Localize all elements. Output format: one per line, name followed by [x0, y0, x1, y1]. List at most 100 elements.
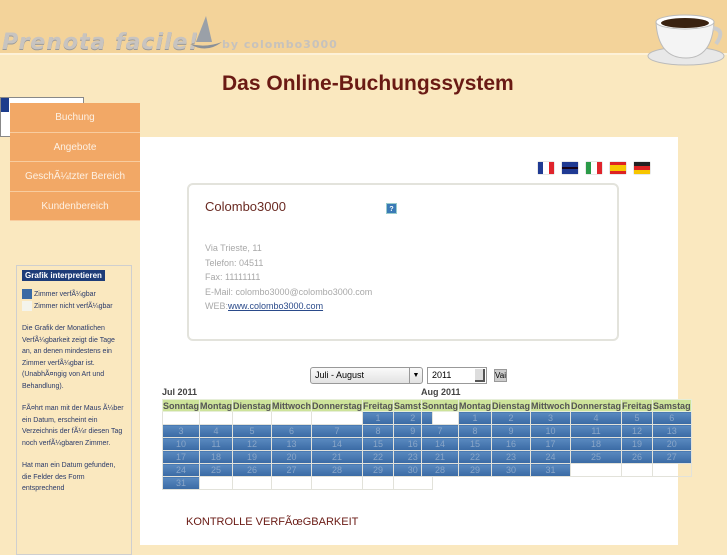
address: Via Trieste, 11	[205, 243, 262, 253]
calendar-day-available[interactable]: 17	[162, 450, 200, 464]
weekday-header: Donnerstag	[570, 399, 623, 412]
calendar-day-available[interactable]: 23	[490, 450, 532, 464]
calendar-empty-cell	[199, 411, 233, 425]
calendar-day-available[interactable]: 27	[271, 463, 313, 477]
calendar-day-available[interactable]: 6	[271, 424, 313, 438]
flag-de-icon[interactable]	[634, 162, 650, 174]
calendar-day-available[interactable]: 30	[490, 463, 532, 477]
calendar-empty-cell	[199, 476, 233, 490]
calendar-day-available[interactable]: 15	[362, 437, 395, 451]
go-button[interactable]: Vai	[494, 369, 507, 382]
calendar-day-available[interactable]: 5	[231, 424, 273, 438]
calendar-day-available[interactable]: 31	[530, 463, 572, 477]
calendar-day-available[interactable]: 8	[458, 424, 492, 438]
email: E-Mail: colombo3000@colombo3000.com	[205, 286, 373, 297]
calendar-day-available[interactable]: 19	[621, 437, 654, 451]
legend-title: Grafik interpretieren	[22, 270, 105, 281]
calendar-day-available[interactable]: 12	[231, 437, 273, 451]
calendar-day-available[interactable]: 7	[311, 424, 364, 438]
calendar-day-available[interactable]: 4	[199, 424, 233, 438]
calendar-day-available[interactable]: 3	[162, 424, 200, 438]
menu-item-angebote[interactable]: Angebote	[10, 132, 140, 162]
flag-es-icon[interactable]	[610, 162, 626, 174]
calendar-day-available[interactable]: 18	[199, 450, 233, 464]
legend-unavailable: Zimmer nicht verfÃ¼gbar	[34, 302, 113, 310]
menu-item-kundenbereich[interactable]: Kundenbereich	[10, 191, 140, 221]
calendar-day-available[interactable]: 15	[458, 437, 492, 451]
calendar-day-available[interactable]: 14	[311, 437, 364, 451]
calendar-empty-cell	[271, 476, 313, 490]
calendar-empty-cell	[271, 411, 313, 425]
calendar-empty-cell	[393, 476, 433, 490]
calendar-day-available[interactable]: 29	[458, 463, 492, 477]
calendar-day-available[interactable]: 19	[231, 450, 273, 464]
calendar-day-available[interactable]: 10	[162, 437, 200, 451]
legend-text-2: FÃ¤hrt man mit der Maus Ã¼ber ein Datum,…	[22, 405, 124, 447]
calendar-day-available[interactable]: 11	[199, 437, 233, 451]
weekday-header: Montag	[199, 399, 233, 412]
calendar-day-available[interactable]: 25	[570, 450, 623, 464]
calendar-day-available[interactable]: 3	[530, 411, 572, 425]
calendar-week: 24 25 26 27 28 29 30	[162, 463, 433, 477]
calendar-day-available[interactable]: 17	[530, 437, 572, 451]
calendar-empty-cell	[421, 411, 459, 425]
calendar-week: 123456	[421, 411, 692, 425]
calendar-day-available[interactable]: 26	[231, 463, 273, 477]
main-menu: Buchung Angebote GeschÃ¼tzter Bereich Ku…	[10, 103, 140, 221]
calendar-day-available[interactable]: 29	[362, 463, 395, 477]
weekday-header: Dienstag	[231, 399, 273, 412]
calendar-day-available[interactable]: 21	[421, 450, 459, 464]
calendar-week: 12	[162, 411, 433, 425]
period-select[interactable]: Juli - August ▼	[310, 367, 423, 384]
calendar-week: 7 8 9 10 11 12 13	[421, 424, 692, 438]
calendar-day-available[interactable]: 16	[490, 437, 532, 451]
calendar-day-available[interactable]: 5	[621, 411, 654, 425]
calendar-day-available[interactable]: 24	[162, 463, 200, 477]
calendar-day-available[interactable]: 4	[570, 411, 623, 425]
flag-fr-icon[interactable]	[538, 162, 554, 174]
year-select[interactable]: 2011	[427, 367, 487, 384]
calendar-day-available[interactable]: 27	[652, 450, 692, 464]
calendar-day-available[interactable]: 22	[458, 450, 492, 464]
calendar-day-available[interactable]: 12	[621, 424, 654, 438]
coffee-cup-icon	[647, 14, 725, 66]
menu-item-geschuetzter-bereich[interactable]: GeschÃ¼tzter Bereich	[10, 162, 140, 192]
calendar-day-available[interactable]: 28	[421, 463, 459, 477]
calendar-day-available[interactable]: 7	[421, 424, 459, 438]
calendar-day-available[interactable]: 31	[162, 476, 200, 490]
calendar-day-available[interactable]: 6	[652, 411, 692, 425]
calendar-empty-cell	[231, 411, 273, 425]
website-link[interactable]: www.colombo3000.com	[228, 301, 323, 311]
calendar-day-available[interactable]: 11	[570, 424, 623, 438]
calendar-day-available[interactable]: 2	[490, 411, 532, 425]
calendar-day-available[interactable]: 9	[490, 424, 532, 438]
year-value: 2011	[432, 370, 452, 380]
calendar-day-available[interactable]: 25	[199, 463, 233, 477]
calendar-day-available[interactable]: 8	[362, 424, 395, 438]
help-icon[interactable]: ?	[386, 203, 397, 214]
menu-item-buchung[interactable]: Buchung	[10, 103, 140, 133]
page-title: Das Online-Buchungssystem	[222, 72, 514, 95]
calendar-week: 17 18 19 20 21 22 23	[162, 450, 433, 464]
calendar-day-available[interactable]: 14	[421, 437, 459, 451]
calendar-day-available[interactable]: 22	[362, 450, 395, 464]
calendar-day-available[interactable]: 24	[530, 450, 572, 464]
calendar-day-available[interactable]: 1	[458, 411, 492, 425]
calendar-day-available[interactable]: 13	[652, 424, 692, 438]
flag-gb-icon[interactable]	[562, 162, 578, 174]
calendar-empty-cell	[311, 476, 364, 490]
calendar-day-available[interactable]: 28	[311, 463, 364, 477]
chevron-down-icon: ▼	[409, 368, 422, 383]
calendar-day-available[interactable]: 20	[271, 450, 313, 464]
hotel-info-card: Colombo3000 ? Via Trieste, 11 Telefon: 0…	[187, 183, 619, 341]
calendar-day-available[interactable]: 26	[621, 450, 654, 464]
calendar-day-available[interactable]: 18	[570, 437, 623, 451]
language-flags	[538, 162, 650, 174]
calendar-day-available[interactable]: 20	[652, 437, 692, 451]
hotel-contact: Via Trieste, 11 Telefon: 04511 Fax: 1111…	[205, 241, 372, 314]
calendar-day-available[interactable]: 13	[271, 437, 313, 451]
calendar-day-available[interactable]: 10	[530, 424, 572, 438]
flag-it-icon[interactable]	[586, 162, 602, 174]
calendar-day-available[interactable]: 1	[362, 411, 395, 425]
calendar-day-available[interactable]: 21	[311, 450, 364, 464]
